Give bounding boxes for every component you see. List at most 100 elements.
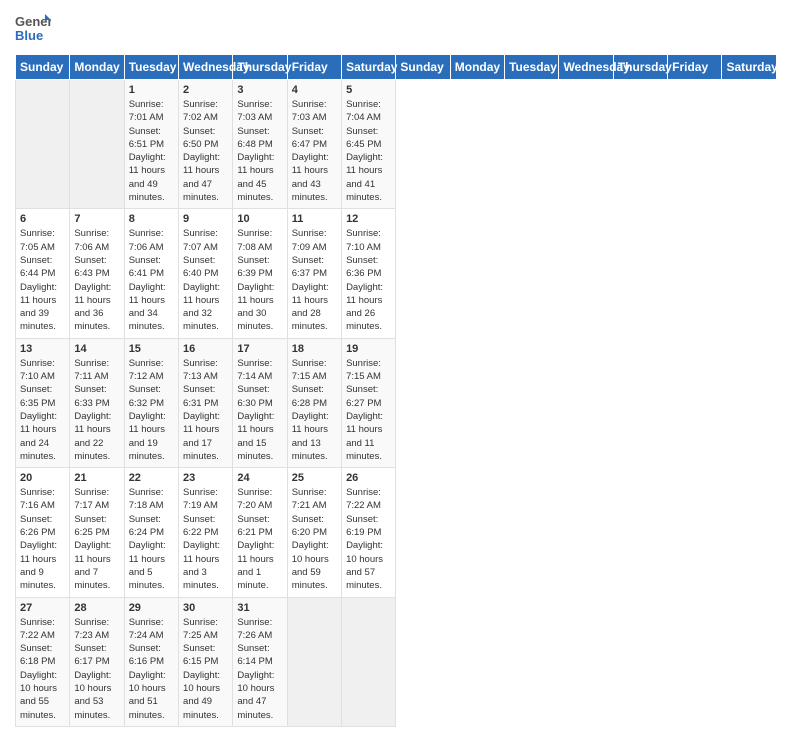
cell-info: Sunrise: 7:26 AM <box>237 616 282 643</box>
cell-info: Sunset: 6:14 PM <box>237 642 282 669</box>
week-row-3: 13Sunrise: 7:10 AMSunset: 6:35 PMDayligh… <box>16 338 777 467</box>
cell-info: Daylight: 11 hours and 11 minutes. <box>346 410 391 463</box>
calendar-cell <box>16 80 70 209</box>
day-number: 13 <box>20 343 65 355</box>
day-number: 10 <box>237 213 282 225</box>
cell-info: Daylight: 10 hours and 47 minutes. <box>237 669 282 722</box>
day-header-saturday: Saturday <box>722 55 777 80</box>
calendar-cell: 6Sunrise: 7:05 AMSunset: 6:44 PMDaylight… <box>16 209 70 338</box>
cell-info: Daylight: 11 hours and 24 minutes. <box>20 410 65 463</box>
cell-info: Sunrise: 7:15 AM <box>346 357 391 384</box>
day-number: 8 <box>129 213 174 225</box>
cell-info: Sunrise: 7:24 AM <box>129 616 174 643</box>
week-row-1: 1Sunrise: 7:01 AMSunset: 6:51 PMDaylight… <box>16 80 777 209</box>
calendar-cell: 1Sunrise: 7:01 AMSunset: 6:51 PMDaylight… <box>124 80 178 209</box>
cell-info: Daylight: 11 hours and 41 minutes. <box>346 151 391 204</box>
cell-info: Daylight: 11 hours and 49 minutes. <box>129 151 174 204</box>
cell-info: Sunset: 6:43 PM <box>74 254 119 281</box>
week-row-2: 6Sunrise: 7:05 AMSunset: 6:44 PMDaylight… <box>16 209 777 338</box>
calendar-cell: 7Sunrise: 7:06 AMSunset: 6:43 PMDaylight… <box>70 209 124 338</box>
cell-info: Sunrise: 7:16 AM <box>20 486 65 513</box>
cell-info: Daylight: 10 hours and 49 minutes. <box>183 669 228 722</box>
cell-info: Sunrise: 7:21 AM <box>292 486 337 513</box>
cell-info: Sunrise: 7:22 AM <box>346 486 391 513</box>
cell-info: Sunrise: 7:06 AM <box>74 227 119 254</box>
cell-info: Daylight: 10 hours and 53 minutes. <box>74 669 119 722</box>
logo: General Blue <box>15 10 55 46</box>
cell-info: Sunrise: 7:15 AM <box>292 357 337 384</box>
cell-info: Sunrise: 7:25 AM <box>183 616 228 643</box>
calendar-cell: 29Sunrise: 7:24 AMSunset: 6:16 PMDayligh… <box>124 597 178 726</box>
calendar-cell <box>287 597 341 726</box>
cell-info: Daylight: 11 hours and 30 minutes. <box>237 281 282 334</box>
cell-info: Sunrise: 7:01 AM <box>129 98 174 125</box>
day-header-saturday: Saturday <box>342 55 396 80</box>
cell-info: Daylight: 11 hours and 9 minutes. <box>20 539 65 592</box>
day-number: 23 <box>183 472 228 484</box>
calendar-cell: 22 Sunrise: 7:18 AMSunset: 6:24 PMDayligh… <box>124 468 178 597</box>
cell-info: Sunrise: 7:06 AM <box>129 227 174 254</box>
cell-info: Sunrise: 7:03 AM <box>292 98 337 125</box>
calendar-cell: 26 Sunrise: 7:22 AMSunset: 6:19 PMDayligh… <box>342 468 396 597</box>
day-header-friday: Friday <box>287 55 341 80</box>
day-header-thursday: Thursday <box>233 55 287 80</box>
cell-info: Daylight: 10 hours and 59 minutes. <box>292 539 337 592</box>
day-header-wednesday: Wednesday <box>559 55 613 80</box>
cell-info: Sunset: 6:33 PM <box>74 383 119 410</box>
cell-info: Sunset: 6:48 PM <box>237 125 282 152</box>
cell-info: Sunset: 6:18 PM <box>20 642 65 669</box>
cell-info: Sunset: 6:27 PM <box>346 383 391 410</box>
day-number: 20 <box>20 472 65 484</box>
calendar-cell <box>342 597 396 726</box>
cell-info: Sunset: 6:24 PM <box>129 513 174 540</box>
cell-info: Sunrise: 7:03 AM <box>237 98 282 125</box>
cell-info: Daylight: 11 hours and 7 minutes. <box>74 539 119 592</box>
cell-info: Daylight: 11 hours and 39 minutes. <box>20 281 65 334</box>
cell-info: Sunset: 6:40 PM <box>183 254 228 281</box>
cell-info: Sunrise: 7:13 AM <box>183 357 228 384</box>
cell-info: Sunrise: 7:23 AM <box>74 616 119 643</box>
day-number: 14 <box>74 343 119 355</box>
calendar-cell: 9Sunrise: 7:07 AMSunset: 6:40 PMDaylight… <box>179 209 233 338</box>
cell-info: Sunset: 6:17 PM <box>74 642 119 669</box>
day-number: 11 <box>292 213 337 225</box>
day-number: 9 <box>183 213 228 225</box>
calendar-cell: 27Sunrise: 7:22 AMSunset: 6:18 PMDayligh… <box>16 597 70 726</box>
calendar-cell: 23Sunrise: 7:19 AMSunset: 6:22 PMDayligh… <box>179 468 233 597</box>
svg-text:Blue: Blue <box>15 28 43 43</box>
day-header-friday: Friday <box>668 55 722 80</box>
cell-info: Sunset: 6:39 PM <box>237 254 282 281</box>
cell-info: Daylight: 11 hours and 3 minutes. <box>183 539 228 592</box>
day-number: 2 <box>183 84 228 96</box>
cell-info: Sunrise: 7:05 AM <box>20 227 65 254</box>
calendar-cell: 12Sunrise: 7:10 AMSunset: 6:36 PMDayligh… <box>342 209 396 338</box>
cell-info: Sunset: 6:19 PM <box>346 513 391 540</box>
cell-info: Daylight: 11 hours and 17 minutes. <box>183 410 228 463</box>
day-number: 4 <box>292 84 337 96</box>
cell-info: Daylight: 11 hours and 28 minutes. <box>292 281 337 334</box>
calendar-cell: 31Sunrise: 7:26 AMSunset: 6:14 PMDayligh… <box>233 597 287 726</box>
cell-info: Sunset: 6:28 PM <box>292 383 337 410</box>
week-row-5: 27Sunrise: 7:22 AMSunset: 6:18 PMDayligh… <box>16 597 777 726</box>
cell-info: Sunrise: 7:17 AM <box>74 486 119 513</box>
day-header-tuesday: Tuesday <box>124 55 178 80</box>
calendar-cell: 3Sunrise: 7:03 AMSunset: 6:48 PMDaylight… <box>233 80 287 209</box>
cell-info: Sunrise: 7:22 AM <box>20 616 65 643</box>
logo-icon: General Blue <box>15 10 51 46</box>
cell-info: Sunset: 6:20 PM <box>292 513 337 540</box>
day-number: 22 <box>129 472 174 484</box>
calendar-cell: 24Sunrise: 7:20 AMSunset: 6:21 PMDayligh… <box>233 468 287 597</box>
day-number: 26 <box>346 472 391 484</box>
cell-info: Daylight: 11 hours and 45 minutes. <box>237 151 282 204</box>
cell-info: Daylight: 11 hours and 15 minutes. <box>237 410 282 463</box>
cell-info: Sunrise: 7:18 AM <box>129 486 174 513</box>
cell-info: Daylight: 11 hours and 5 minutes. <box>129 539 174 592</box>
cell-info: Sunrise: 7:10 AM <box>346 227 391 254</box>
cell-info: Daylight: 11 hours and 34 minutes. <box>129 281 174 334</box>
cell-info: Daylight: 10 hours and 57 minutes. <box>346 539 391 592</box>
cell-info: Daylight: 11 hours and 36 minutes. <box>74 281 119 334</box>
cell-info: Sunset: 6:50 PM <box>183 125 228 152</box>
day-number: 17 <box>237 343 282 355</box>
calendar-cell: 18Sunrise: 7:15 AMSunset: 6:28 PMDayligh… <box>287 338 341 467</box>
calendar-cell <box>70 80 124 209</box>
